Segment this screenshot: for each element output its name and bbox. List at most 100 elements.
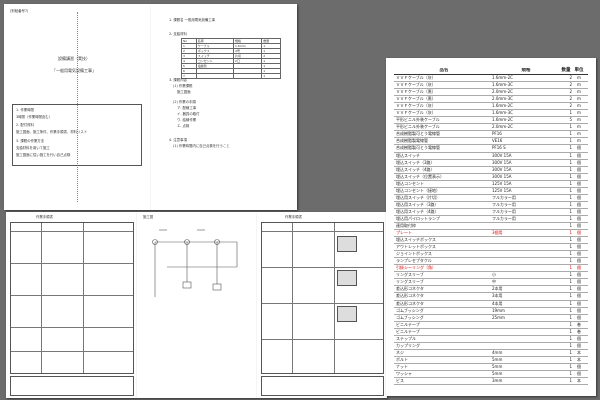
material-row: プレート 3個用 1 個	[394, 230, 588, 238]
supply-cell: 1	[261, 73, 281, 79]
document-page-procedure-1: 作業手順書	[6, 212, 137, 398]
material-qty: 1	[569, 251, 572, 257]
material-row: 埋込スイッチ（3路） 300V 15A 1 個	[394, 160, 588, 167]
material-qty: 1	[569, 314, 572, 320]
outline-line: エ. 点検	[177, 124, 190, 128]
material-name: ナット	[396, 363, 408, 369]
material-spec: 125V 15A	[492, 180, 512, 186]
material-name: 差込形コネクタ	[396, 300, 424, 306]
material-unit: m	[577, 96, 581, 102]
material-spec: 小	[492, 272, 496, 278]
material-row: 合成樹脂製電線管 VE16 1 m	[394, 138, 588, 146]
material-spec	[492, 322, 560, 328]
material-name: 平形ビニル外装ケーブル	[396, 117, 440, 123]
material-row: ランプレセプタクル 1 個	[394, 258, 588, 266]
material-spec: フルカラー用	[492, 194, 516, 200]
outline-line: (1) 作業課題	[173, 84, 193, 88]
material-list-header: 品名 規格 数量 単位	[394, 68, 588, 75]
material-row: 差込形コネクタ 4本用 1 個	[394, 301, 588, 308]
page-title-line1: 設備講習（実技）	[58, 56, 90, 61]
material-spec	[492, 258, 560, 264]
material-row: ＶＶＦケーブル（灰） 1.6mm-3C 1 m	[394, 110, 588, 118]
material-name: ゴムブッシング	[396, 307, 424, 313]
outline-line: 2. 支給材料	[169, 32, 187, 36]
material-name: プレート	[396, 230, 412, 236]
material-spec: 3mm	[492, 378, 503, 384]
material-unit: 個	[577, 145, 581, 151]
material-qty: 1	[569, 152, 572, 158]
material-row: ビニルテープ 1 巻	[394, 322, 588, 329]
material-qty: 1	[569, 342, 572, 348]
material-row: ＶＶＦケーブル（灰） 1.6mm-2C 2 m	[394, 75, 588, 83]
material-row: リングスリーブ 小 1 個	[394, 272, 588, 280]
material-name: ジョイントボックス	[396, 251, 432, 257]
material-spec	[492, 237, 560, 243]
material-unit: 個	[577, 314, 581, 320]
material-unit: 個	[577, 208, 581, 214]
page-title-line2: 「一般用電気設備工事」	[52, 68, 96, 73]
material-unit: 巻	[577, 328, 581, 334]
procedure-table	[10, 222, 134, 374]
material-name: カップリング	[396, 342, 420, 348]
material-spec: 300V 15A	[492, 166, 512, 172]
material-qty: 1	[569, 335, 572, 341]
col-unit-header: 単位	[574, 68, 584, 73]
material-qty: 1	[569, 321, 572, 327]
material-rows: ＶＶＦケーブル（灰） 1.6mm-2C 2 m ＶＶＦケーブル（灰） 1.6mm-3C 2 m…	[394, 75, 588, 386]
material-qty: 1	[569, 215, 572, 221]
material-qty: 1	[569, 307, 572, 313]
material-qty: 1	[569, 349, 572, 355]
material-unit: 個	[577, 152, 581, 158]
wiring-diagram	[152, 229, 238, 297]
material-row: リングスリーブ 中 1 個	[394, 279, 588, 287]
material-spec	[492, 329, 560, 335]
material-row: 合成樹脂製可とう電線管 PF16 1 m	[394, 131, 588, 139]
supply-cell	[195, 73, 235, 79]
material-unit: 本	[577, 378, 581, 384]
material-spec: 1.6mm-2C	[492, 75, 513, 80]
material-row: ＶＶＦケーブル（黒） 2.0mm-2C 2 m	[394, 89, 588, 97]
material-qty: 1	[569, 145, 572, 151]
material-unit: 個	[577, 166, 581, 172]
material-row: 埋込スイッチ（4路） 300V 15A 1 個	[394, 167, 588, 174]
material-spec	[492, 265, 560, 271]
material-qty: 1	[569, 244, 572, 250]
outline-line: 4. 注意事項	[169, 138, 187, 142]
col-spec-header: 規格	[521, 68, 531, 73]
material-row: 埋込コンセント 125V 15A 1 個	[394, 181, 588, 188]
material-qty: 2	[569, 75, 572, 80]
material-row: 埋込用スイッチ（4路） フルカラー用 1 個	[394, 209, 588, 216]
material-name: ビス	[396, 378, 404, 384]
material-qty: 2	[569, 82, 572, 88]
material-row: ビス 3mm 1 本	[394, 378, 588, 386]
material-spec: 125V 15A	[492, 187, 512, 193]
material-unit: 個	[577, 173, 581, 179]
material-spec: フルカラー用	[492, 215, 516, 221]
material-name: ステップル	[396, 335, 416, 341]
material-unit: 個	[577, 180, 581, 186]
material-spec: VE16	[492, 138, 503, 144]
material-qty: 1	[569, 370, 572, 376]
material-unit: 巻	[577, 321, 581, 327]
supply-table: No 名称 規格 数量 1 ケーブル 1.6mm 1 2 ボックス 4号 1 3 スイッチ 片切…	[181, 38, 281, 79]
instructions-box: 1. 作業時間 3時間（作業時間含む） 2. 配付資料 施工図面、施工条件、作業…	[12, 104, 142, 166]
material-qty: 2	[569, 89, 572, 95]
material-spec	[492, 336, 560, 342]
material-row: 平形ビニル外装ケーブル 2.0mm-2C 1 m	[394, 124, 588, 132]
material-unit: 本	[577, 356, 581, 362]
material-unit: 個	[577, 258, 581, 264]
material-name: ＶＶＦケーブル（黒）	[396, 89, 436, 95]
material-row: ゴムブッシング 25mm 1 個	[394, 315, 588, 322]
material-qty: 1	[569, 159, 572, 165]
material-name: 平形ビニル外装ケーブル	[396, 124, 440, 130]
material-row: 埋込用パイロットランプ フルカラー用 1 個	[394, 216, 588, 223]
material-unit: 個	[577, 363, 581, 369]
material-unit: 個	[577, 272, 581, 278]
material-qty: 2	[569, 96, 572, 102]
material-qty: 1	[569, 279, 572, 285]
outline-line: ア. 配線工事	[177, 106, 197, 110]
material-unit: m	[577, 89, 581, 95]
material-qty: 1	[569, 166, 572, 172]
procedure-header: 作業手順書	[285, 215, 302, 219]
photo-placeholder	[337, 306, 357, 322]
